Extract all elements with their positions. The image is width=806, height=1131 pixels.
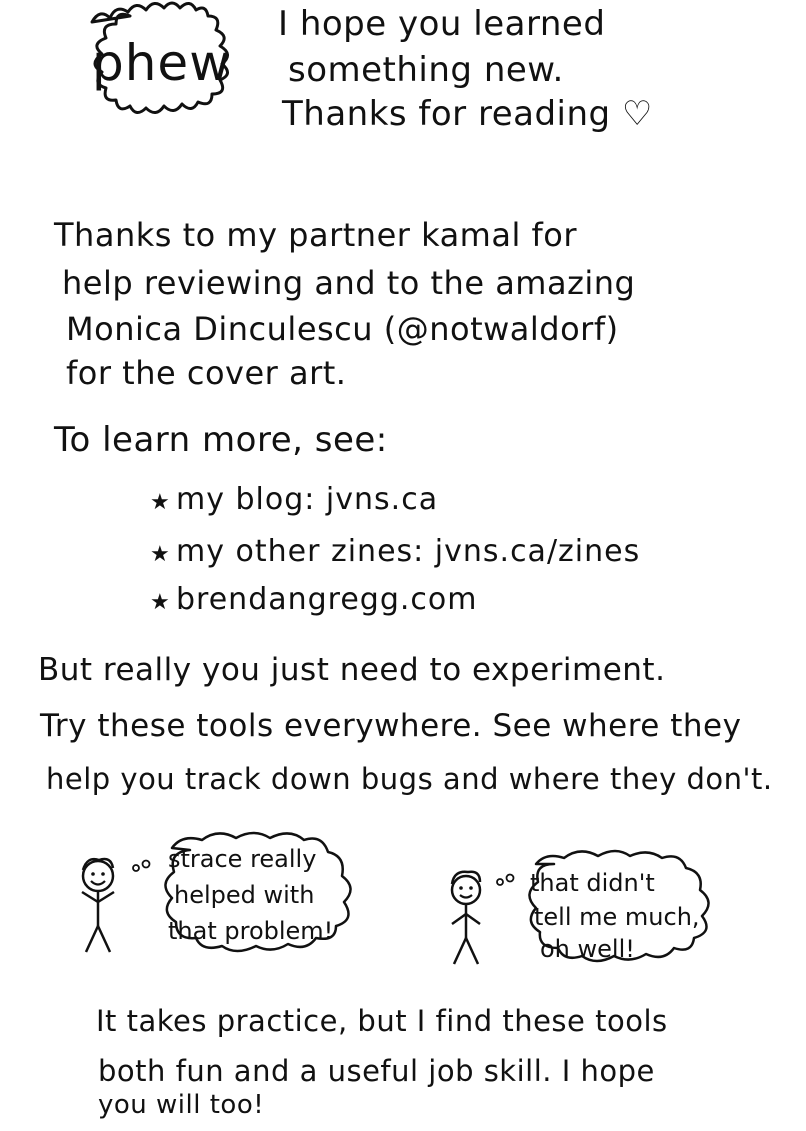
star-bullet-icon: ★ bbox=[150, 542, 171, 567]
experiment-line-2: Try these tools everywhere. See where th… bbox=[40, 708, 742, 744]
intro-line-1: I hope you learned bbox=[278, 4, 606, 44]
thanks-line-3: Monica Dinculescu (@notwaldorf) bbox=[66, 310, 619, 348]
list-item[interactable]: ★ my other zines: jvns.ca/zines bbox=[150, 534, 640, 569]
list-item[interactable]: ★ brendangregg.com bbox=[150, 582, 478, 617]
thanks-line-2: help reviewing and to the amazing bbox=[62, 264, 636, 302]
thanks-line-1: Thanks to my partner kamal for bbox=[54, 216, 578, 254]
bubble-right-line-3: oh well! bbox=[540, 935, 635, 963]
closing-line-2: both fun and a useful job skill. I hope bbox=[98, 1054, 655, 1088]
intro-line-3: Thanks for reading ♡ bbox=[282, 94, 653, 134]
experiment-line-3: help you track down bugs and where they … bbox=[46, 762, 773, 796]
closing-line-3: you will too! bbox=[98, 1090, 265, 1120]
link-blog[interactable]: my blog: jvns.ca bbox=[176, 482, 438, 517]
stick-figure-happy-icon bbox=[81, 857, 115, 953]
experiment-line-1: But really you just need to experiment. bbox=[38, 652, 666, 688]
intro-line-2: something new. bbox=[288, 50, 564, 90]
link-zines[interactable]: my other zines: jvns.ca/zines bbox=[176, 534, 640, 569]
learn-more-heading: To learn more, see: bbox=[54, 420, 388, 460]
bubble-left-line-1: strace really bbox=[168, 845, 317, 873]
bubble-left-line-3: that problem! bbox=[168, 917, 334, 945]
thanks-line-4: for the cover art. bbox=[66, 354, 347, 392]
bubble-right-line-2: tell me much, bbox=[534, 903, 700, 931]
bubble-left-line-2: helped with bbox=[174, 881, 315, 909]
link-brendangregg[interactable]: brendangregg.com bbox=[176, 582, 478, 617]
closing-line-1: It takes practice, but I find these tool… bbox=[96, 1004, 668, 1038]
list-item[interactable]: ★ my blog: jvns.ca bbox=[150, 482, 438, 517]
star-bullet-icon: ★ bbox=[150, 590, 171, 615]
phew-badge-text: phew bbox=[92, 34, 232, 92]
star-bullet-icon: ★ bbox=[150, 490, 171, 515]
bubble-right-line-1: that didn't bbox=[530, 869, 655, 897]
stick-figure-shrug-icon bbox=[450, 870, 482, 965]
